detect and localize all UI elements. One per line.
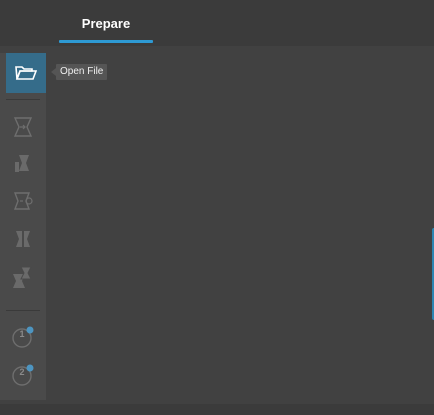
per-model-settings-icon xyxy=(11,264,35,290)
folder-open-icon xyxy=(15,65,37,81)
extruder-2-label: 2 xyxy=(19,367,25,377)
move-tool-button[interactable] xyxy=(6,110,40,144)
tab-prepare-label: Prepare xyxy=(81,15,131,31)
mirror-icon xyxy=(13,228,33,250)
open-file-tooltip: Open File xyxy=(56,64,108,80)
per-model-settings-button[interactable] xyxy=(6,260,40,294)
tab-active-indicator xyxy=(59,40,153,43)
extruder-2-button[interactable]: 2 xyxy=(6,358,40,392)
scale-icon xyxy=(13,152,33,174)
extruder-1-button[interactable]: 1 xyxy=(6,320,40,354)
toolbar-separator xyxy=(6,310,40,311)
mirror-tool-button[interactable] xyxy=(6,222,40,256)
tab-prepare[interactable]: Prepare xyxy=(59,0,153,46)
extruder-1-icon: 1 xyxy=(11,325,35,349)
scale-tool-button[interactable] xyxy=(6,146,40,180)
rotate-tool-button[interactable] xyxy=(6,184,40,218)
extruder-2-icon: 2 xyxy=(11,363,35,387)
open-file-button[interactable] xyxy=(6,53,46,93)
top-bar: Prepare xyxy=(0,0,434,46)
toolbar-separator xyxy=(6,99,40,100)
extruder-1-label: 1 xyxy=(19,329,25,339)
bottom-bar xyxy=(0,404,434,415)
tool-sidebar: 1 2 xyxy=(0,53,46,400)
app-window: Prepare 1 2 Open File xyxy=(0,0,434,415)
rotate-icon xyxy=(12,190,34,212)
move-icon xyxy=(13,116,33,138)
